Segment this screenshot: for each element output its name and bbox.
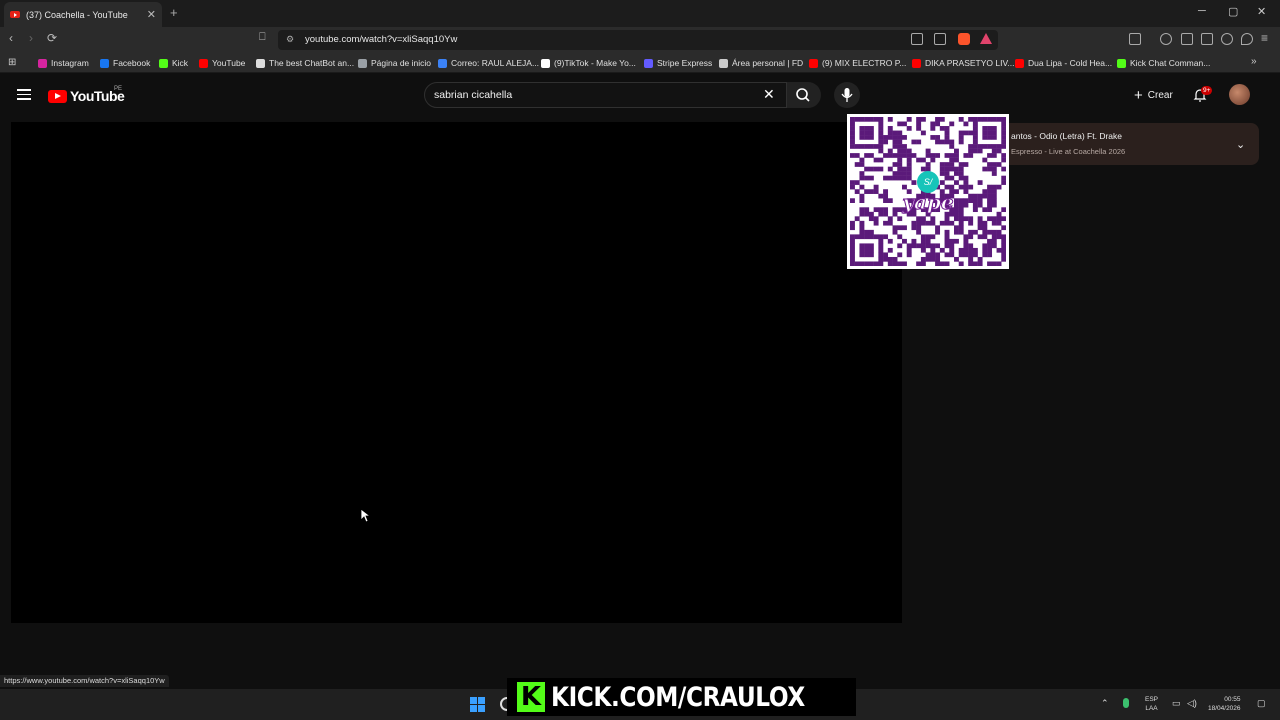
rewards-icon[interactable] <box>980 33 992 44</box>
split-view-icon[interactable] <box>1181 33 1193 45</box>
bookmark-favicon-icon <box>199 58 208 68</box>
browser-tab[interactable]: (37) Coachella - YouTube ✕ <box>4 2 162 27</box>
bookmark-favicon-icon <box>100 58 109 68</box>
search-input-value: sabrian cicahella <box>434 89 513 101</box>
search-button[interactable] <box>787 82 821 108</box>
stream-banner-text: KICK.COM/CRAULOX <box>551 681 805 713</box>
bookmark-item[interactable]: Kick <box>159 58 188 68</box>
reload-icon[interactable]: ⟳ <box>47 31 57 45</box>
close-window-button[interactable]: ✕ <box>1257 5 1266 18</box>
tab-title: (37) Coachella - YouTube <box>26 9 128 20</box>
notification-count-badge: 9+ <box>1201 86 1213 95</box>
bookmark-favicon-icon <box>719 58 728 68</box>
bookmark-favicon-icon <box>1015 58 1024 68</box>
bookmark-item[interactable]: YouTube <box>199 58 245 68</box>
bookmark-favicon-icon <box>358 58 367 68</box>
microphone-icon <box>841 88 853 102</box>
tab-close-icon[interactable]: ✕ <box>147 8 156 21</box>
youtube-play-icon <box>48 89 67 103</box>
apps-grid-icon[interactable]: ⊞ <box>8 57 16 68</box>
url-text: youtube.com/watch?v=xliSaqq10Yw <box>305 34 458 45</box>
bookmark-item[interactable]: DIKA PRASETYO LIV... <box>912 58 1014 68</box>
youtube-favicon-icon <box>10 11 20 18</box>
playlist-panel[interactable] <box>997 123 1259 165</box>
youtube-logo[interactable]: YouTube <box>48 88 125 104</box>
stream-overlay-banner: K KICK.COM/CRAULOX <box>507 678 857 716</box>
bookmark-favicon-icon <box>644 58 653 68</box>
wallet-icon[interactable] <box>1201 33 1213 45</box>
maximize-button[interactable]: ▢ <box>1228 5 1238 18</box>
playlist-current-title: antos - Odio (Letra) Ft. Drake <box>1011 131 1123 141</box>
video-player[interactable] <box>11 122 902 623</box>
bookmark-favicon-icon <box>438 58 447 68</box>
more-bookmarks-icon[interactable]: » <box>1251 56 1257 67</box>
kick-logo-icon: K <box>517 682 545 712</box>
input-language[interactable]: ESP LAA <box>1145 695 1158 713</box>
bookmark-item[interactable]: Correo: RAUL ALEJA... <box>438 58 539 68</box>
network-icon[interactable]: ▭ <box>1172 698 1181 709</box>
bookmark-item[interactable]: Facebook <box>100 58 150 68</box>
search-icon <box>796 88 810 102</box>
clear-search-icon[interactable]: ✕ <box>763 86 775 103</box>
create-button[interactable]: + Crear <box>1126 83 1181 107</box>
bookmark-item[interactable]: Página de inicio <box>358 58 431 68</box>
mouse-cursor-icon <box>360 508 372 528</box>
bookmark-favicon-icon <box>1117 58 1126 68</box>
share-icon[interactable] <box>934 33 946 45</box>
bookmark-item[interactable]: (9)TikTok - Make Yo... <box>541 58 636 68</box>
hamburger-menu-icon[interactable] <box>17 89 31 100</box>
bookmark-item[interactable]: Área personal | FD <box>719 58 803 68</box>
vpn-icon[interactable] <box>1241 33 1253 45</box>
bookmark-favicon-icon <box>541 58 550 68</box>
bookmark-item[interactable]: (9) MIX ELECTRO P... <box>809 58 906 68</box>
new-tab-button[interactable]: + <box>170 5 178 20</box>
menu-icon[interactable]: ≡ <box>1261 31 1268 45</box>
avatar[interactable] <box>1229 84 1250 105</box>
bookmark-favicon-icon <box>159 58 168 68</box>
bookmark-favicon-icon <box>38 58 47 68</box>
minimize-button[interactable]: ─ <box>1198 5 1206 17</box>
forward-icon[interactable]: › <box>29 31 33 45</box>
volume-icon[interactable]: ◁) <box>1187 698 1197 709</box>
brave-shield-icon[interactable] <box>958 33 970 45</box>
site-info-icon[interactable]: ⚙ <box>286 34 294 45</box>
bookmark-icon[interactable]: ⎕ <box>259 31 266 44</box>
ai-icon[interactable] <box>1221 33 1233 45</box>
yape-logo: S/ yape <box>893 162 963 222</box>
country-code: PE <box>114 86 123 92</box>
tray-overflow-icon[interactable]: ⌃ <box>1101 698 1109 709</box>
browser-tab-strip <box>0 0 1280 27</box>
bookmark-item[interactable]: Stripe Express <box>644 58 712 68</box>
bookmark-item[interactable]: Kick Chat Comman... <box>1117 58 1210 68</box>
bookmark-item[interactable]: Instagram <box>38 58 89 68</box>
notification-center-icon[interactable]: ▢ <box>1257 698 1266 709</box>
bookmark-favicon-icon <box>912 58 921 68</box>
sidebar-icon[interactable] <box>1129 33 1141 45</box>
bookmark-item[interactable]: The best ChatBot an... <box>256 58 354 68</box>
chevron-down-icon[interactable]: ⌄ <box>1236 138 1245 151</box>
playlist-subtitle: Espresso - Live at Coachella 2026 <box>1011 147 1126 156</box>
plus-icon: + <box>1134 86 1143 104</box>
link-status-bar: https://www.youtube.com/watch?v=xliSaqq1… <box>0 675 169 687</box>
music-icon[interactable] <box>1160 33 1172 45</box>
voice-search-button[interactable] <box>834 82 860 108</box>
bookmark-favicon-icon <box>809 58 818 68</box>
bookmark-favicon-icon <box>256 58 265 68</box>
system-clock[interactable]: 00:55 18/04/2026 <box>1208 695 1241 713</box>
cast-icon[interactable] <box>911 33 923 45</box>
bookmark-item[interactable]: Dua Lipa - Cold Hea... <box>1015 58 1112 68</box>
microphone-tray-icon[interactable] <box>1123 698 1129 708</box>
back-icon[interactable]: ‹ <box>9 31 13 45</box>
windows-start-icon[interactable] <box>470 697 485 712</box>
